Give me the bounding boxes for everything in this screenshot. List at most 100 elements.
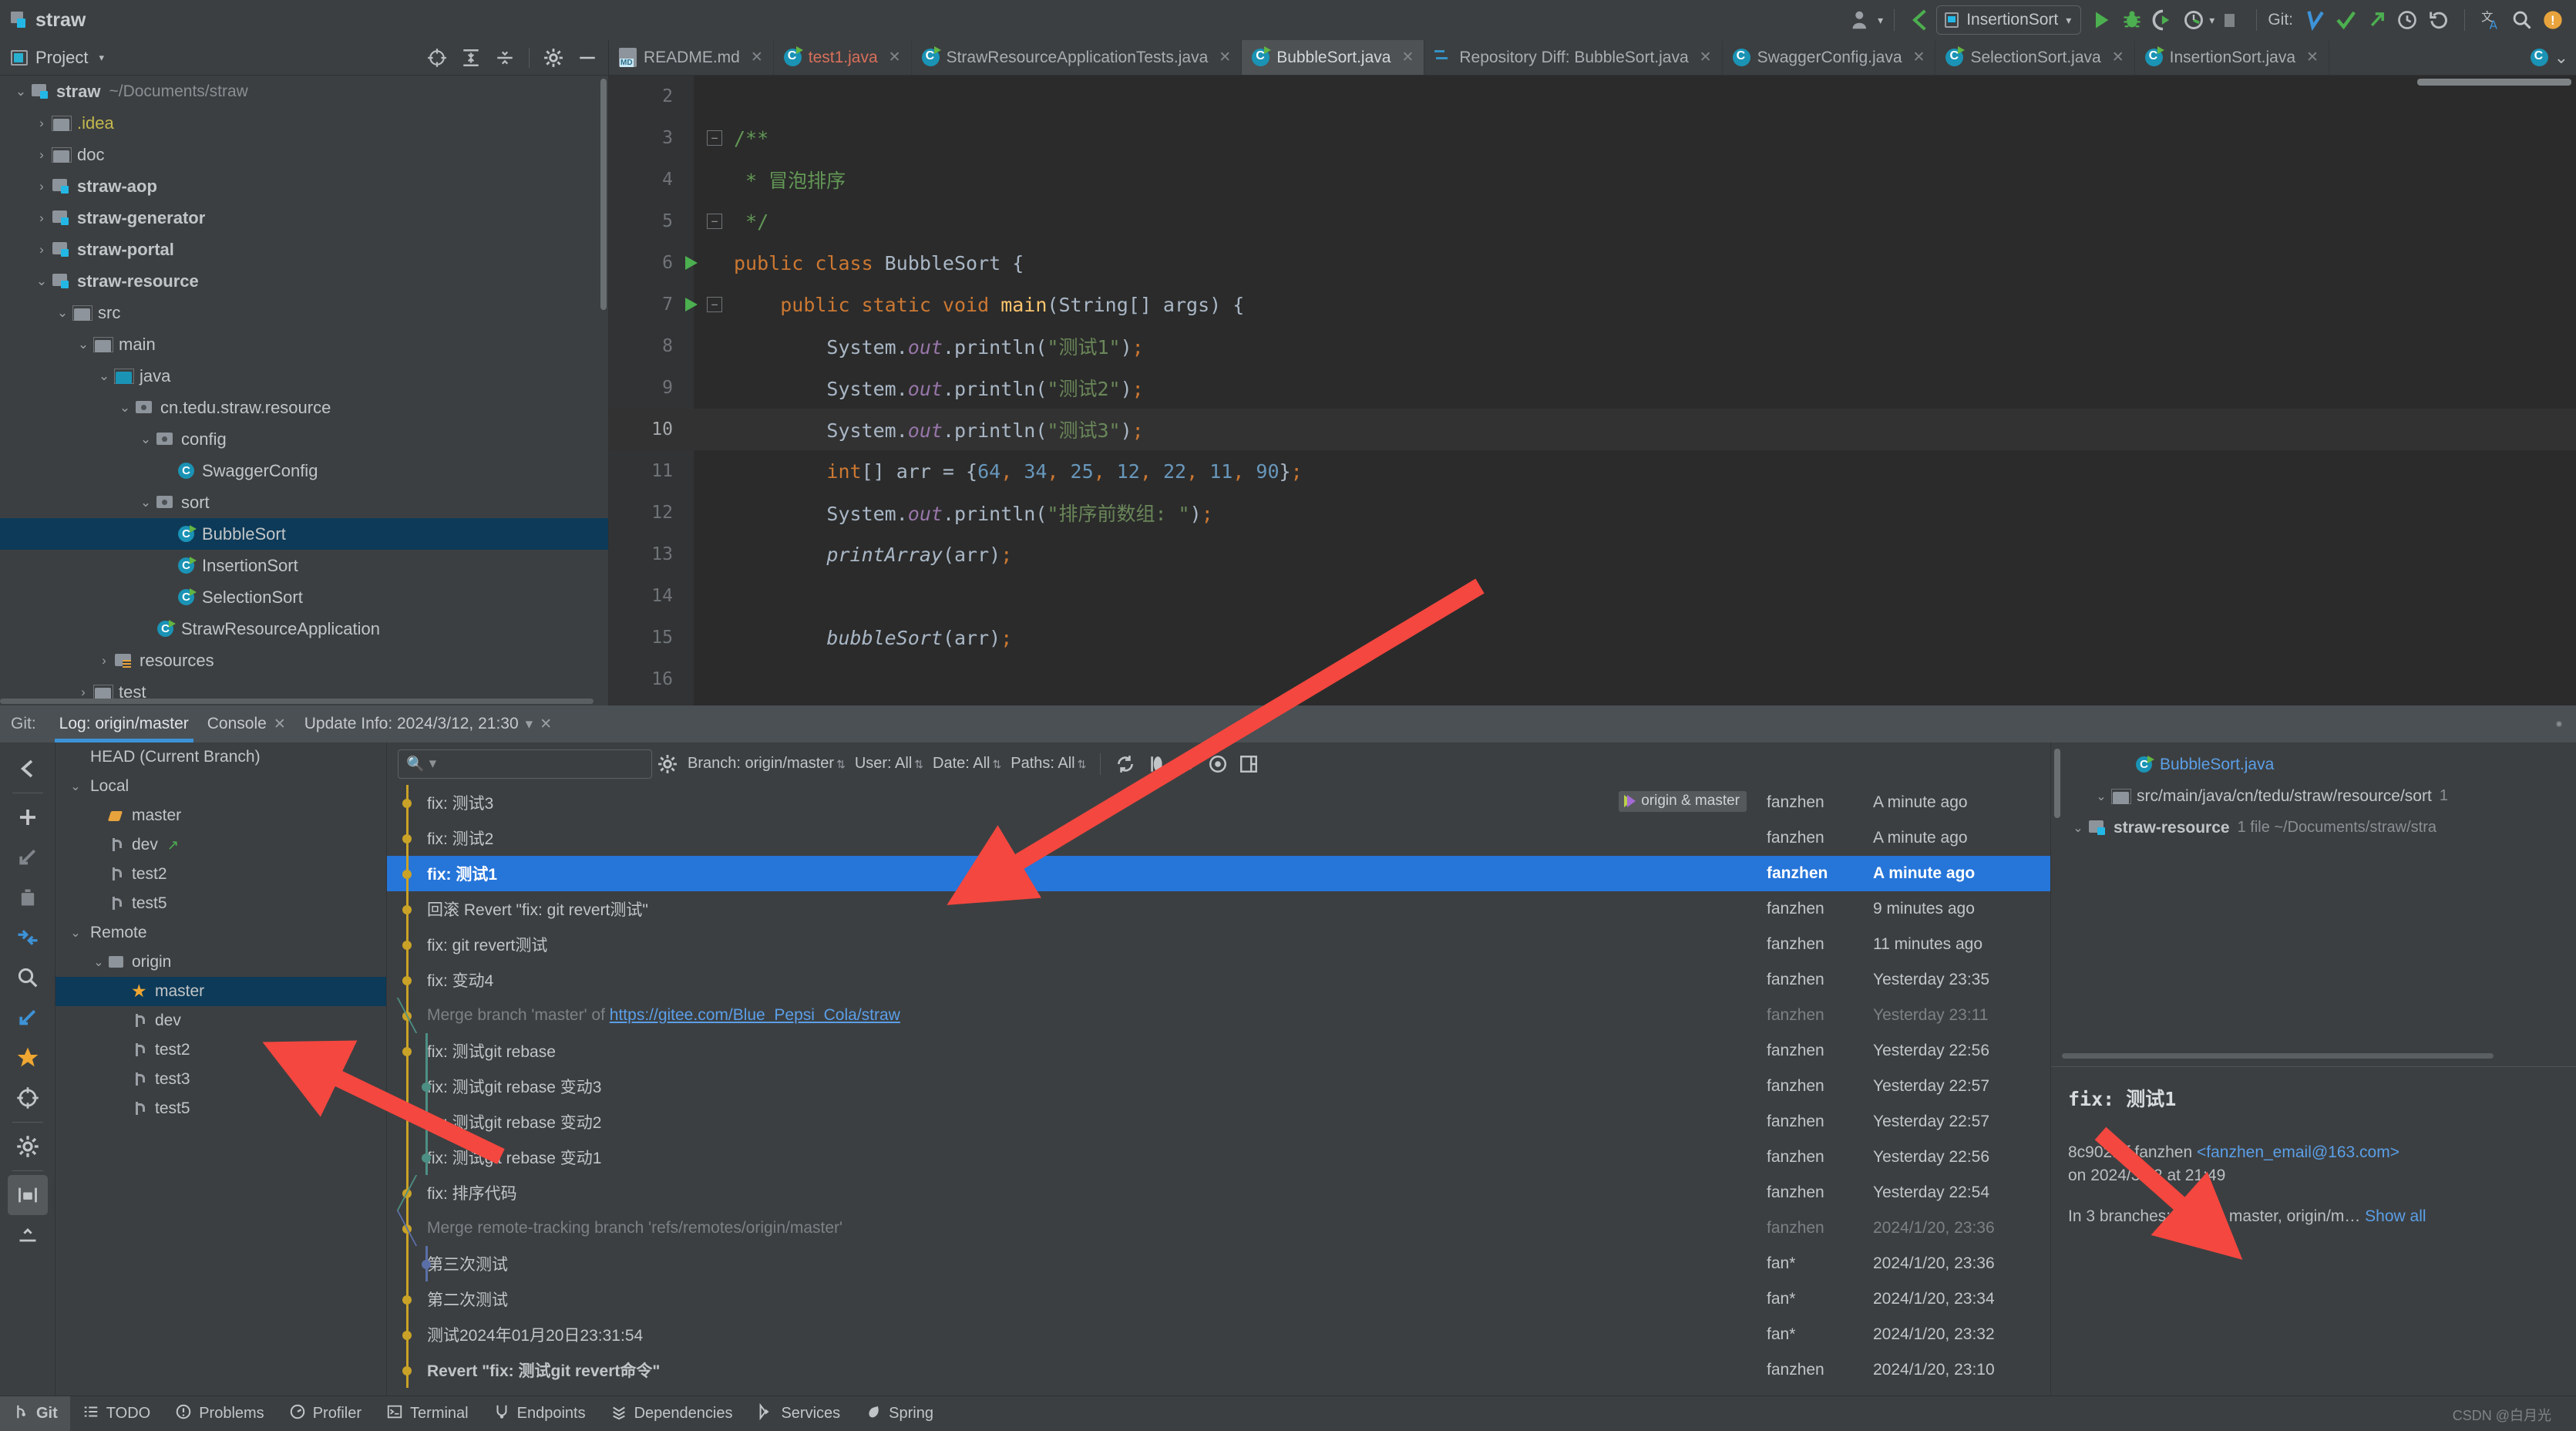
commit-row[interactable]: 第二次测试 fan* 2024/1/20, 23:34 [387,1281,2050,1317]
commit-row[interactable]: 第三次测试 fan* 2024/1/20, 23:36 [387,1246,2050,1281]
back-arrow-icon[interactable] [1905,5,1936,35]
profile-icon[interactable] [2178,5,2209,35]
git-tab-console[interactable]: Console ✕ [198,705,295,742]
project-tree-item[interactable]: InsertionSort [0,550,608,581]
run-gutter-icon[interactable] [680,256,703,270]
commit-row[interactable]: fix: 测试3 origin & master fanzhen A minute a… [387,785,2050,820]
status-bar-item-terminal[interactable]: Terminal [374,1396,481,1431]
git-branch-item[interactable]: dev ↗ [55,830,386,860]
project-tree-item[interactable]: › resources [0,645,608,676]
debug-icon[interactable] [2117,5,2147,35]
chevron-down-icon[interactable]: ⌄ [73,337,93,352]
git-update-icon[interactable] [2299,5,2330,35]
sort-icon[interactable] [1172,749,1202,779]
add-icon[interactable] [8,797,48,837]
editor-tab-insertionsort[interactable]: InsertionSort.java ✕ [2135,40,2329,75]
code-editor[interactable]: 2 3−/** 4 * 冒泡排序 5− */6 public class BubbleS… [609,76,2576,705]
project-tree-item[interactable]: StrawResourceApplication [0,613,608,645]
close-icon[interactable]: ✕ [1401,49,1414,66]
chevron-right-icon[interactable]: › [32,116,52,131]
git-log-search-input[interactable]: 🔍 ▾ [398,749,652,779]
chevron-down-icon[interactable]: ⌄ [136,432,156,447]
collapse-all-icon[interactable] [495,48,515,68]
show-details-icon[interactable] [1202,749,1233,779]
project-tree-item[interactable]: › straw-aop [0,170,608,202]
search-dropdown-icon[interactable]: ▾ [429,755,437,773]
git-branch-item[interactable]: ⌄ Local [55,772,386,801]
commit-row[interactable]: fix: 测试2 fanzhen A minute ago [387,820,2050,856]
git-commit-icon[interactable] [2330,5,2361,35]
chevron-right-icon[interactable]: › [73,685,93,700]
status-bar-item-problems[interactable]: Problems [163,1396,276,1431]
project-tree-item[interactable]: ⌄ config [0,423,608,455]
commit-row[interactable]: Merge remote-tracking branch 'refs/remot… [387,1210,2050,1246]
commit-row[interactable]: fix: 测试git rebase 变动3 fanzhen Yesterday 22… [387,1069,2050,1104]
git-branch-item[interactable]: ⌄ origin [55,948,386,977]
run-icon[interactable] [2086,5,2117,35]
favorite-star-icon[interactable] [8,1038,48,1078]
commit-row[interactable]: fix: 排序代码 fanzhen Yesterday 22:54 [387,1175,2050,1210]
chevron-right-icon[interactable]: › [32,147,52,163]
show-all-link[interactable]: Show all [2365,1207,2426,1225]
commit-ref-badge[interactable]: origin & master [1619,791,1747,812]
open-in-editor-icon[interactable] [1233,749,1264,779]
chevron-down-icon[interactable]: ⌄ [2554,48,2568,68]
history-icon[interactable] [2392,5,2423,35]
chevron-down-icon[interactable]: ⌄ [94,369,114,384]
project-tree-item[interactable]: ⌄ java [0,360,608,392]
scroll-to-highlight-icon[interactable] [8,1078,48,1118]
hide-panel-icon[interactable] [577,48,597,68]
run-configuration-selector[interactable]: InsertionSort ▾ [1936,5,2082,35]
expand-all-icon[interactable] [461,48,481,68]
project-horizontal-scrollbar[interactable] [0,699,594,704]
editor-tab-test1[interactable]: test1.java ✕ [774,40,912,75]
collapse-graph-icon[interactable] [1141,749,1172,779]
code-fold-icon[interactable]: − [703,214,726,229]
chevron-right-icon[interactable]: › [32,210,52,226]
chevron-right-icon[interactable]: › [94,653,114,668]
project-tree-item[interactable]: › straw-portal [0,234,608,265]
checkout-icon[interactable] [8,837,48,877]
git-branch-item[interactable]: test5 [55,889,386,918]
chevron-down-icon[interactable]: ⌄ [2091,789,2111,804]
status-bar-item-git[interactable]: Git [0,1396,70,1431]
close-icon[interactable]: ✕ [274,716,286,733]
close-icon[interactable]: ✕ [751,49,763,66]
commit-row[interactable]: Revert "fix: 测试git revert命令" fanzhen 2024/… [387,1352,2050,1388]
close-icon[interactable]: ✕ [2306,49,2319,66]
details-vertical-scrollbar[interactable] [2054,749,2060,818]
editor-tab-bubblesort[interactable]: BubbleSort.java ✕ [1242,40,1425,75]
editor-tab-readme[interactable]: README.md ✕ [609,40,774,75]
user-avatar-icon[interactable] [1847,5,1878,35]
run-with-coverage-icon[interactable] [2147,5,2178,35]
git-branch-item[interactable]: HEAD (Current Branch) [55,742,386,772]
commit-email[interactable]: <fanzhen_email@163.com> [2197,1143,2399,1161]
status-bar-item-endpoints[interactable]: Endpoints [481,1396,598,1431]
chevron-down-icon[interactable]: ⌄ [52,305,72,321]
git-branch-item[interactable]: test5 [55,1094,386,1123]
chevron-down-icon[interactable]: ⌄ [66,779,85,794]
close-icon[interactable]: ✕ [1913,49,1925,66]
git-branch-item[interactable]: test2 [55,1035,386,1065]
project-panel-dropdown-icon[interactable]: ▾ [99,52,104,64]
status-bar-item-spring[interactable]: Spring [853,1396,946,1431]
refresh-icon[interactable] [1110,749,1141,779]
chevron-down-icon[interactable]: ▾ [526,716,533,733]
project-tree-item[interactable]: › .idea [0,107,608,139]
project-tree-item[interactable]: ⌄ cn.tedu.straw.resource [0,392,608,423]
close-icon[interactable]: ✕ [1219,49,1231,66]
chevron-down-icon[interactable]: ⌄ [66,925,85,941]
project-tree-item[interactable]: ⌄ straw-resource [0,265,608,297]
search-icon[interactable] [8,958,48,998]
git-tab-update-info[interactable]: Update Info: 2024/3/12, 21:30 ▾ ✕ [295,705,561,742]
chevron-down-icon[interactable]: ⌄ [115,400,135,416]
chevron-right-icon[interactable]: › [32,179,52,194]
project-tree-item[interactable]: ⌄ src [0,297,608,328]
collapse-all-icon[interactable] [8,1215,48,1255]
editor-tab-selectionsort[interactable]: SelectionSort.java ✕ [1935,40,2135,75]
status-bar-item-services[interactable]: Services [745,1396,853,1431]
git-branch-item[interactable]: ⌄ Remote [55,918,386,948]
filter-branch[interactable]: Branch: origin/master ⇅ [683,755,850,773]
close-icon[interactable]: ✕ [1700,49,1712,66]
commit-link[interactable]: https://gitee.com/Blue_Pepsi_Cola/straw [610,1006,900,1024]
